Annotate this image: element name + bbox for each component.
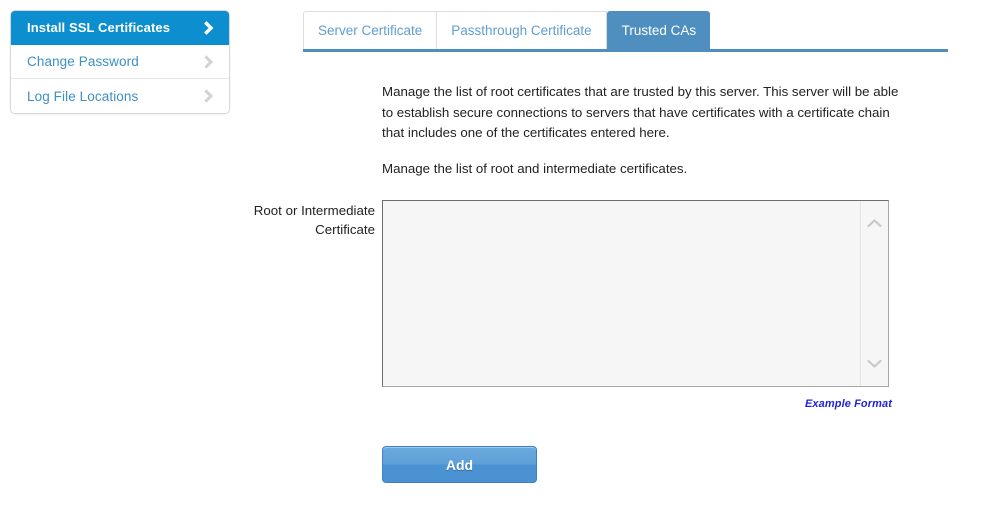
chevron-down-icon[interactable] <box>866 357 883 370</box>
chevron-up-icon[interactable] <box>866 217 883 230</box>
description-paragraph-1: Manage the list of root certificates tha… <box>382 84 899 140</box>
certificate-textarea[interactable] <box>383 201 860 386</box>
add-button[interactable]: Add <box>382 446 537 483</box>
certificate-textarea-wrapper <box>382 200 889 387</box>
description-paragraph-2: Manage the list of root and intermediate… <box>382 161 688 176</box>
certificate-textarea-scrollbar[interactable] <box>860 201 888 386</box>
certificate-field-label-line1: Root or Intermediate <box>253 203 375 218</box>
certificate-field-label: Root or Intermediate Certificate <box>195 201 375 239</box>
example-format-link[interactable]: Example Format <box>805 398 892 410</box>
main-content: Manage the list of root certificates tha… <box>0 0 990 506</box>
certificate-field-label-line2: Certificate <box>315 222 375 237</box>
